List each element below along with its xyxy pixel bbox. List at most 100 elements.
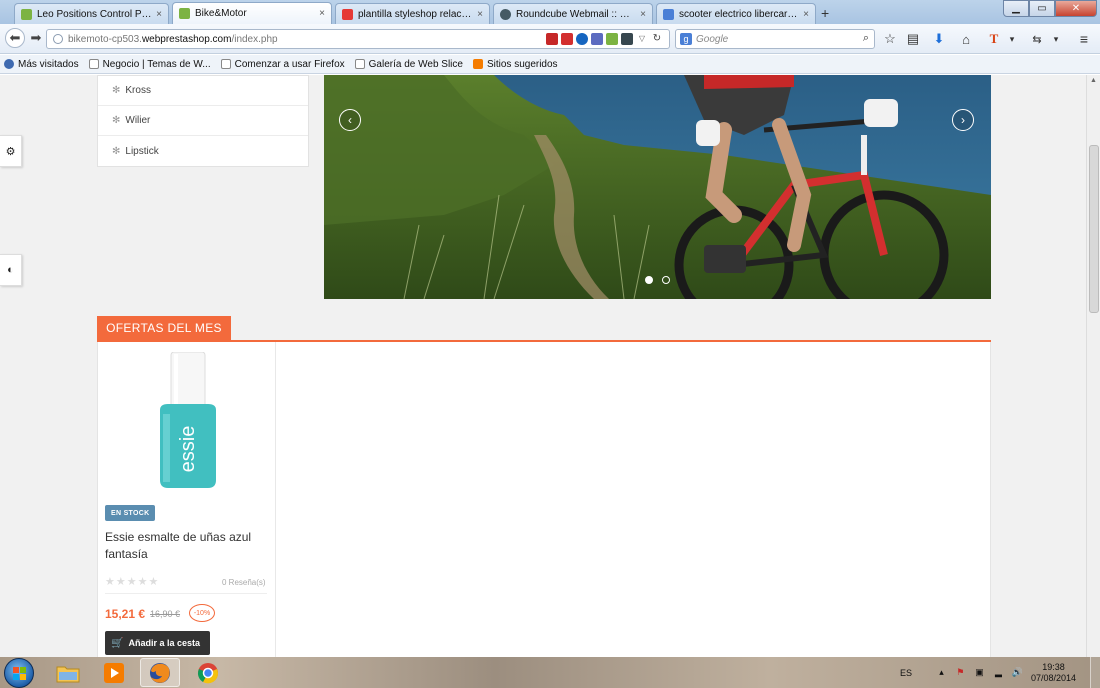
network-signal-icon[interactable]: ▂ — [993, 667, 1004, 678]
start-button[interactable] — [4, 658, 34, 688]
slider-prev-button[interactable]: ‹ — [339, 109, 361, 131]
globe-icon — [53, 34, 63, 44]
category-item-wilier[interactable]: ✻ Wilier — [98, 106, 308, 136]
reload-icon[interactable]: ↻ — [651, 33, 663, 45]
t-addon-dropdown-icon[interactable]: ▾ — [1003, 30, 1021, 48]
addon-w-icon[interactable] — [576, 33, 588, 45]
bookmark-negocio[interactable]: Negocio | Temas de W... — [88, 59, 211, 70]
windows-logo-icon — [13, 667, 26, 680]
add-to-cart-button[interactable]: 🛒 Añadir a la cesta — [105, 631, 210, 655]
page-icon — [354, 59, 365, 69]
bookmark-most-visited[interactable]: Más visitados — [4, 59, 79, 70]
url-path: /index.php — [231, 33, 278, 45]
bookmark-web-slice[interactable]: Galería de Web Slice — [354, 59, 463, 70]
close-window-button[interactable]: ✕ — [1055, 0, 1097, 17]
home-icon[interactable]: ⌂ — [957, 30, 975, 48]
product-card[interactable]: essie EN STOCK Essie esmalte de uñas azu… — [98, 342, 276, 657]
new-tab-button[interactable]: + — [821, 5, 829, 21]
slider-next-button[interactable]: › — [952, 109, 974, 131]
gear-icon: ✻ — [112, 145, 121, 157]
addon-leaf-icon[interactable] — [606, 33, 618, 45]
url-bar[interactable]: bikemoto-cp503. webprestashop.com/index.p… — [46, 29, 670, 49]
security-shield-icon[interactable]: ▣ — [974, 667, 985, 678]
hero-slider: ‹ › — [324, 75, 991, 299]
hamburger-menu-icon[interactable]: ≡ — [1075, 30, 1093, 48]
clock[interactable]: 19:38 07/08/2014 — [1031, 662, 1076, 684]
taskbar-firefox[interactable] — [140, 658, 180, 687]
bottle-brand-text: essie — [177, 426, 199, 473]
close-tab-icon[interactable]: × — [319, 8, 325, 19]
reviews-count[interactable]: 0 Reseña(s) — [222, 578, 266, 587]
product-old-price: 16,90 € — [150, 609, 181, 619]
show-desktop-button[interactable] — [1090, 657, 1100, 688]
settings-widget-button[interactable]: ⚙ — [0, 135, 22, 167]
downloads-icon[interactable]: ⬇ — [930, 30, 948, 48]
chevron-left-icon: ‹ — [348, 113, 352, 127]
offers-section-title[interactable]: OFERTAS DEL MES — [97, 316, 231, 340]
extension-dropdown-icon[interactable]: ▾ — [1047, 30, 1065, 48]
minimize-button[interactable]: ▁ — [1003, 0, 1029, 17]
search-bar[interactable]: g Google ⌕ — [675, 29, 875, 49]
addon-pen-icon[interactable] — [546, 33, 558, 45]
page-icon — [88, 59, 99, 69]
contrast-icon: ◐ — [7, 264, 14, 276]
browser-tab-leo-positions[interactable]: Leo Positions Control Pane... × — [14, 3, 169, 24]
close-tab-icon[interactable]: × — [477, 9, 483, 20]
gear-icon: ✻ — [112, 115, 121, 126]
extension-icon[interactable]: ⇆ — [1028, 30, 1046, 48]
scrollbar-thumb[interactable] — [1089, 145, 1099, 313]
category-item-lipstick[interactable]: ✻ Lipstick — [98, 136, 308, 166]
browser-tab-scooter[interactable]: scooter electrico libercar ur... × — [656, 3, 816, 24]
close-tab-icon[interactable]: × — [156, 9, 162, 20]
addon-seo-icon[interactable] — [561, 33, 573, 45]
search-icon[interactable]: ⌕ — [863, 32, 869, 45]
browser-tab-roundcube[interactable]: Roundcube Webmail :: Ent... × — [493, 3, 653, 24]
volume-icon[interactable]: 🔊 — [1012, 667, 1023, 678]
bookmark-icon — [472, 59, 483, 69]
dropdown-arrow-icon[interactable]: ▽ — [636, 33, 648, 45]
language-indicator[interactable]: ES — [900, 668, 912, 678]
forward-button[interactable]: ➡ — [27, 29, 45, 47]
bookmark-suggested-sites[interactable]: Sitios sugeridos — [472, 59, 558, 70]
leaf-icon — [179, 8, 190, 19]
bookmark-firefox[interactable]: Comenzar a usar Firefox — [220, 59, 345, 70]
t-addon-icon[interactable]: T — [985, 30, 1003, 48]
gear-icon — [4, 59, 14, 69]
shopping-cart-icon: 🛒 — [111, 637, 124, 649]
action-center-flag-icon[interactable]: ⚑ — [955, 667, 966, 678]
firefox-icon — [150, 662, 170, 683]
close-tab-icon[interactable]: × — [640, 9, 646, 20]
bookmarks-menu-icon[interactable]: ▤ — [904, 30, 922, 48]
product-name-link[interactable]: Essie esmalte de uñas azul fantasía — [105, 529, 265, 563]
taskbar-media-player[interactable] — [94, 658, 134, 687]
taskbar-chrome[interactable] — [188, 658, 228, 687]
add-to-cart-label: Añadir a la cesta — [128, 638, 200, 648]
page-scrollbar[interactable]: ▲ — [1086, 75, 1100, 657]
rating-stars: ★★★★★ — [105, 575, 159, 588]
chrome-icon — [198, 662, 218, 683]
scroll-up-arrow-icon[interactable]: ▲ — [1090, 77, 1097, 84]
gear-icon: ✻ — [112, 85, 121, 96]
close-tab-icon[interactable]: × — [803, 9, 809, 20]
back-button[interactable]: ⬅ — [5, 28, 25, 48]
maximize-button[interactable]: ▭ — [1029, 0, 1055, 17]
nail-polish-product-image[interactable]: essie — [138, 352, 238, 492]
bookmarks-toolbar: Más visitados Negocio | Temas de W... Co… — [0, 55, 1100, 74]
bookmark-star-icon[interactable]: ☆ — [881, 30, 899, 48]
browser-tab-bike-motor[interactable]: Bike&Motor × — [172, 2, 332, 24]
slider-dot-2[interactable] — [662, 276, 670, 284]
addon-php-icon[interactable] — [591, 33, 603, 45]
contrast-widget-button[interactable]: ◐ — [0, 254, 22, 286]
show-hidden-icons-icon[interactable]: ▴ — [936, 667, 947, 678]
taskbar-explorer[interactable] — [48, 658, 88, 687]
bookmark-label: Más visitados — [18, 58, 79, 70]
slider-dot-1[interactable] — [645, 276, 653, 284]
browser-tab-plantilla[interactable]: plantilla styleshop relacion... × — [335, 3, 490, 24]
google-search-engine-icon[interactable]: g — [680, 33, 692, 45]
category-item-kross[interactable]: ✻ Kross — [98, 76, 308, 106]
star-icon: ★ — [105, 576, 116, 588]
addon-b-icon[interactable] — [621, 33, 633, 45]
clock-date: 07/08/2014 — [1030, 672, 1076, 683]
mountain-bike-slide-image — [324, 75, 991, 299]
star-icon: ★ — [148, 576, 160, 588]
